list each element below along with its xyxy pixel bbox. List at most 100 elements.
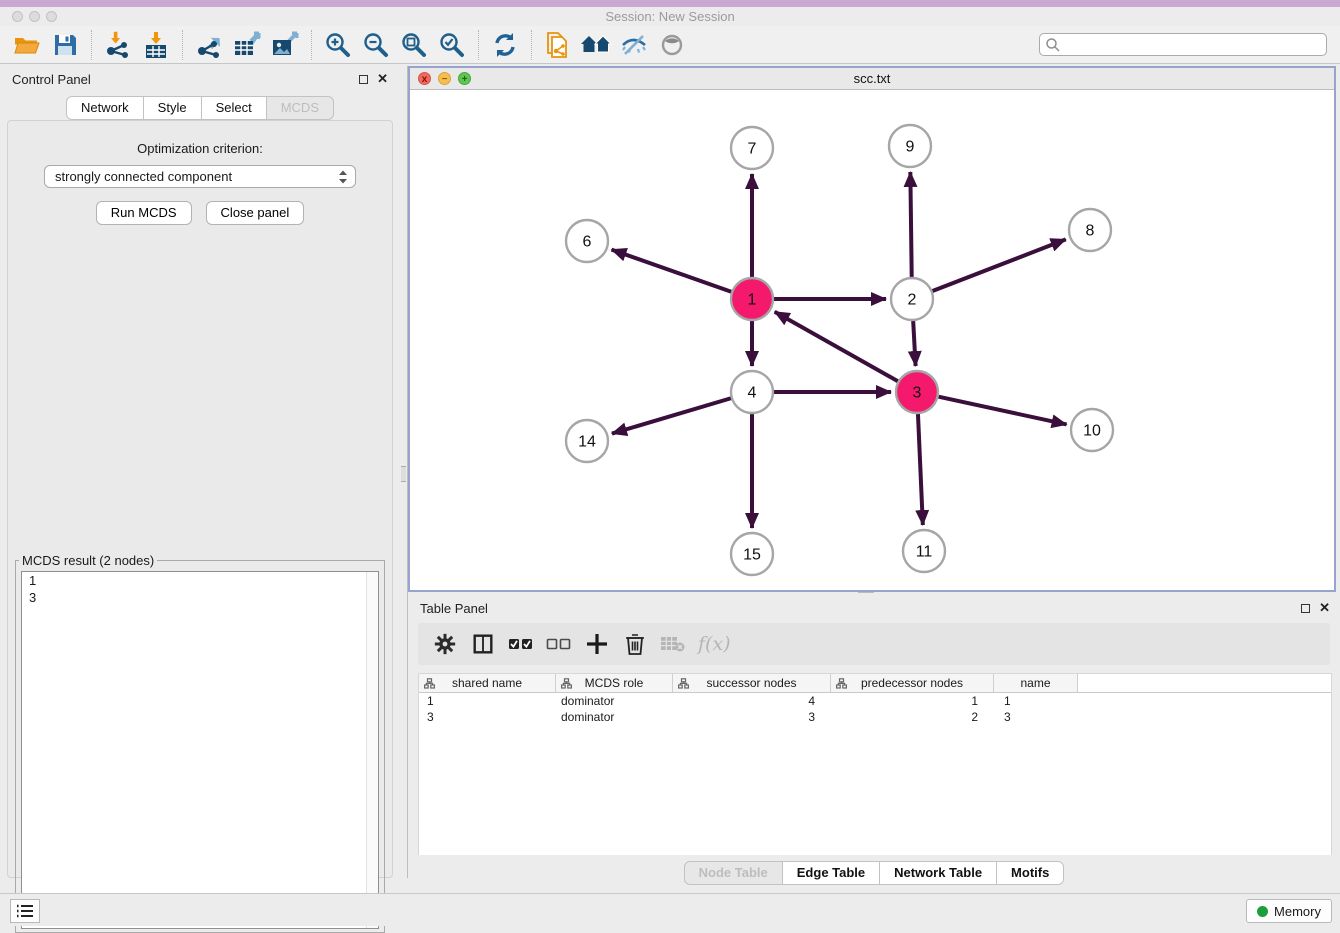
tab-network[interactable]: Network — [66, 96, 144, 120]
edge-2-8[interactable] — [933, 239, 1066, 291]
memory-button[interactable]: Memory — [1246, 899, 1332, 923]
table-toolbar: f(x) — [418, 623, 1330, 665]
columns-icon[interactable] — [468, 629, 498, 659]
control-panel-header: Control Panel ✕ — [0, 66, 400, 92]
node-15[interactable]: 15 — [731, 533, 773, 575]
import-network-icon[interactable] — [101, 29, 135, 61]
node-4[interactable]: 4 — [731, 371, 773, 413]
function-builder-icon: f(x) — [698, 633, 731, 655]
float-table-panel-icon[interactable] — [1301, 604, 1310, 613]
mcds-list-scrollbar[interactable] — [366, 572, 378, 928]
criterion-select[interactable]: strongly connected component — [44, 165, 356, 188]
table-cell: 3 — [673, 709, 831, 725]
column-header-predecessor-nodes[interactable]: predecessor nodes — [831, 674, 994, 692]
add-column-icon[interactable] — [582, 629, 612, 659]
edge-3-11[interactable] — [918, 414, 923, 525]
network-graph: 7 9 6 8 1 2 4 3 14 10 15 11 — [410, 90, 1334, 590]
tab-motifs[interactable]: Motifs — [996, 861, 1064, 885]
column-header-successor-nodes[interactable]: successor nodes — [673, 674, 831, 692]
save-icon[interactable] — [48, 29, 82, 61]
node-2[interactable]: 2 — [891, 278, 933, 320]
node-6[interactable]: 6 — [566, 220, 608, 262]
node-10[interactable]: 10 — [1071, 409, 1113, 451]
svg-text:14: 14 — [578, 434, 596, 451]
column-header-MCDS-role[interactable]: MCDS role — [556, 674, 673, 692]
edge-4-14[interactable] — [612, 398, 731, 433]
zoom-out-icon[interactable] — [359, 29, 393, 61]
zoom-in-icon[interactable] — [321, 29, 355, 61]
svg-text:15: 15 — [743, 547, 761, 564]
control-panel: Control Panel ✕ NetworkStyleSelectMCDS O… — [0, 66, 400, 878]
node-14[interactable]: 14 — [566, 420, 608, 462]
task-history-button[interactable] — [10, 899, 40, 923]
select-all-icon[interactable] — [506, 629, 536, 659]
svg-text:10: 10 — [1083, 423, 1101, 440]
gear-icon[interactable] — [430, 629, 460, 659]
float-panel-icon[interactable] — [359, 75, 368, 84]
network-canvas[interactable]: 7 9 6 8 1 2 4 3 14 10 15 11 — [410, 90, 1334, 590]
column-header-shared-name[interactable]: shared name — [419, 674, 556, 692]
close-panel-button[interactable]: Close panel — [206, 201, 305, 225]
table-panel-tabs: Node TableEdge TableNetwork TableMotifs — [408, 861, 1340, 885]
tab-style[interactable]: Style — [143, 96, 202, 120]
deselect-all-icon[interactable] — [544, 629, 574, 659]
edge-1-6[interactable] — [612, 250, 732, 292]
close-table-panel-icon[interactable]: ✕ — [1319, 600, 1330, 616]
column-header-name[interactable]: name — [994, 674, 1078, 692]
table-panel-title: Table Panel — [420, 601, 488, 616]
home-network-icon[interactable] — [579, 29, 613, 61]
copy-network-icon[interactable] — [541, 29, 575, 61]
toolbar-separator — [478, 30, 479, 60]
zoom-fit-icon[interactable] — [397, 29, 431, 61]
import-table-icon[interactable] — [139, 29, 173, 61]
table-cell: dominator — [556, 709, 673, 725]
tab-select[interactable]: Select — [201, 96, 267, 120]
export-table-icon[interactable] — [230, 29, 264, 61]
node-8[interactable]: 8 — [1069, 209, 1111, 251]
svg-text:8: 8 — [1086, 223, 1095, 240]
mcds-result-item[interactable]: 3 — [22, 589, 378, 606]
search-input[interactable] — [1061, 35, 1326, 54]
table-row[interactable]: 1dominator411 — [419, 693, 1331, 709]
table-cell: 4 — [673, 693, 831, 709]
app-title: Session: New Session — [0, 9, 1340, 24]
svg-text:3: 3 — [913, 385, 922, 402]
show-eye-icon — [655, 29, 689, 61]
node-7[interactable]: 7 — [731, 127, 773, 169]
node-3[interactable]: 3 — [896, 371, 938, 413]
tab-mcds[interactable]: MCDS — [266, 96, 334, 120]
toolbar-separator — [91, 30, 92, 60]
toolbar-separator — [311, 30, 312, 60]
toolbar-separator — [531, 30, 532, 60]
export-network-icon[interactable] — [192, 29, 226, 61]
mcds-result-item[interactable]: 1 — [22, 572, 378, 589]
delete-column-icon[interactable] — [620, 629, 650, 659]
vertical-splitter[interactable] — [400, 66, 408, 878]
network-window-titlebar[interactable]: x − + scc.txt — [410, 68, 1334, 90]
export-image-icon[interactable] — [268, 29, 302, 61]
edge-2-9[interactable] — [910, 172, 911, 277]
run-mcds-button[interactable]: Run MCDS — [96, 201, 192, 225]
mcds-result-list[interactable]: 13 — [21, 571, 379, 929]
hide-eye-icon[interactable] — [617, 29, 651, 61]
node-1[interactable]: 1 — [731, 278, 773, 320]
table-row[interactable]: 3dominator323 — [419, 709, 1331, 725]
edge-2-3[interactable] — [913, 321, 915, 366]
tab-node-table[interactable]: Node Table — [684, 861, 783, 885]
splitter-grip[interactable] — [401, 466, 406, 482]
refresh-icon[interactable] — [488, 29, 522, 61]
node-9[interactable]: 9 — [889, 125, 931, 167]
open-folder-icon[interactable] — [10, 29, 44, 61]
node-table-rows: 1dominator4113dominator323 — [419, 693, 1331, 725]
search-box[interactable] — [1039, 33, 1327, 56]
memory-status-icon — [1257, 906, 1268, 917]
edge-3-10[interactable] — [938, 397, 1066, 425]
zoom-selected-icon[interactable] — [435, 29, 469, 61]
edge-3-1[interactable] — [775, 312, 898, 381]
table-cell: 1 — [419, 693, 556, 709]
tab-network-table[interactable]: Network Table — [879, 861, 997, 885]
node-11[interactable]: 11 — [903, 530, 945, 572]
close-panel-icon[interactable]: ✕ — [377, 71, 388, 87]
node-table: shared nameMCDS rolesuccessor nodesprede… — [418, 673, 1332, 855]
tab-edge-table[interactable]: Edge Table — [782, 861, 880, 885]
